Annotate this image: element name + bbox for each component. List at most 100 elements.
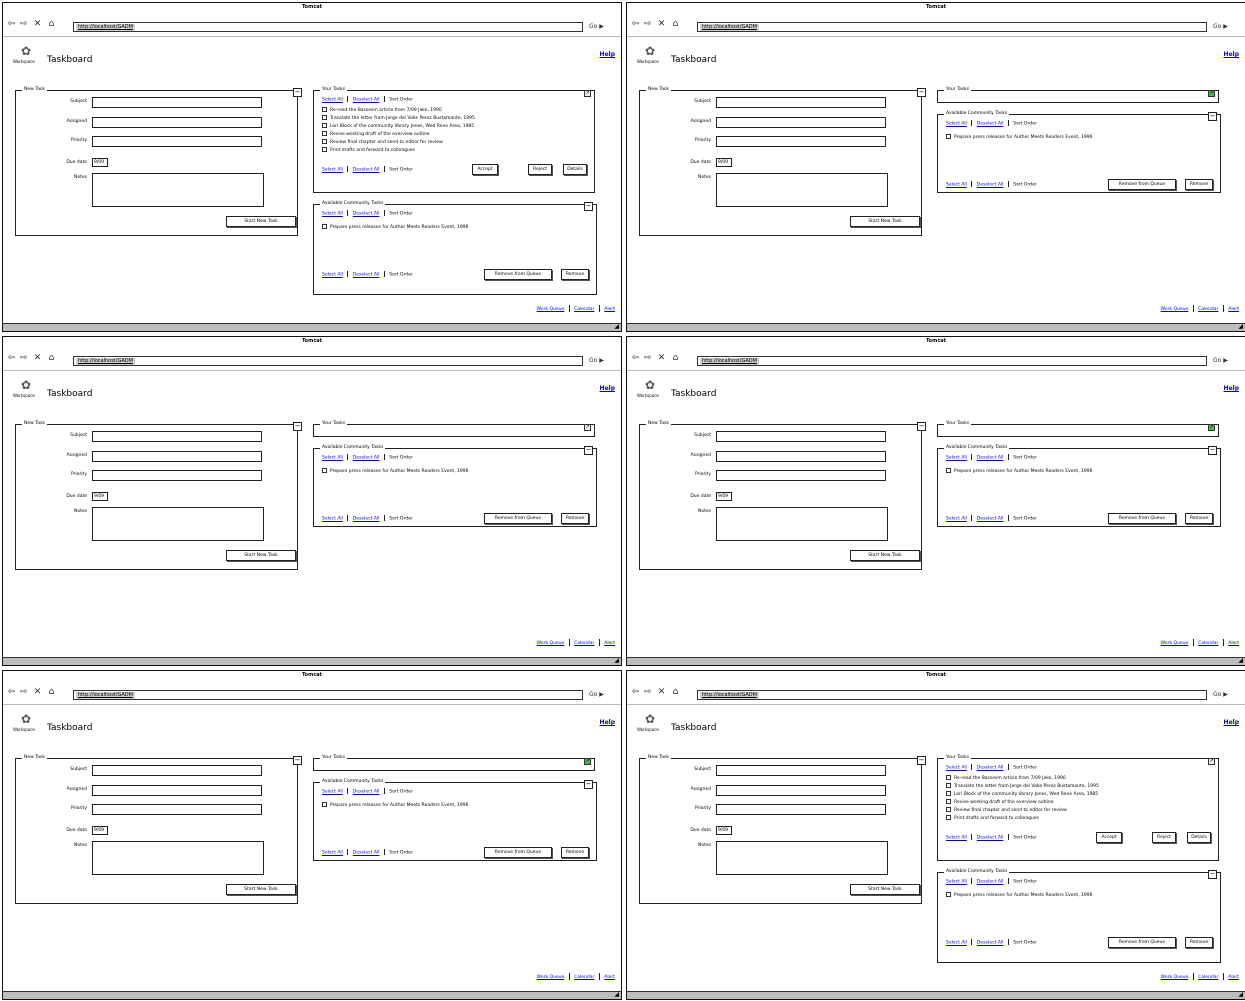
go-button[interactable]: Go ▶ [1213, 22, 1241, 32]
subject-input[interactable] [92, 431, 262, 442]
collapse-community-button[interactable]: − [584, 446, 593, 455]
drag-handle-icon[interactable]: ↗ [584, 90, 591, 97]
deselect-all-link[interactable]: Deselect All [977, 880, 1004, 885]
calendar-link[interactable]: Calendar [574, 307, 594, 312]
alert-link[interactable]: Alert [1228, 975, 1239, 980]
back-icon[interactable]: ⇦ [7, 688, 16, 697]
resize-grip-icon[interactable]: ◢ [1238, 991, 1243, 999]
subject-input[interactable] [716, 97, 886, 108]
drag-handle-icon[interactable]: ↗ [1208, 424, 1215, 431]
deselect-all-link[interactable]: Deselect All [977, 456, 1004, 461]
drag-handle-icon[interactable]: ↗ [584, 424, 591, 431]
alert-link[interactable]: Alert [1228, 307, 1239, 312]
remove-button[interactable]: Remove [561, 513, 589, 524]
remove-from-queue-button[interactable]: Remove from Queue [1108, 179, 1176, 190]
assigned-input[interactable] [716, 451, 886, 462]
task-checkbox[interactable] [946, 799, 951, 804]
home-icon[interactable]: ⌂ [671, 20, 680, 29]
address-bar[interactable]: http://localhost/GADM [697, 22, 1207, 32]
assigned-input[interactable] [92, 117, 262, 128]
resize-grip-icon[interactable]: ◢ [614, 323, 619, 331]
due-date-field[interactable]: 9/09 [716, 492, 732, 501]
priority-input[interactable] [716, 136, 886, 147]
task-row[interactable]: Revise working draft of the overview out… [322, 131, 430, 138]
collapse-community-button[interactable]: − [1208, 446, 1217, 455]
remove-from-queue-button[interactable]: Remove from Queue [1108, 937, 1176, 948]
help-link[interactable]: Help [1224, 385, 1239, 392]
task-checkbox[interactable] [946, 807, 951, 812]
collapse-community-button[interactable]: − [1208, 112, 1217, 121]
notes-input[interactable] [716, 173, 888, 207]
task-checkbox[interactable] [322, 147, 327, 152]
task-checkbox[interactable] [322, 802, 327, 807]
select-all-link[interactable]: Select All [946, 941, 967, 946]
start-new-task-button[interactable]: Start New Task [850, 216, 920, 227]
due-date-field[interactable]: 9/09 [92, 826, 108, 835]
deselect-all-link[interactable]: Deselect All [353, 456, 380, 461]
task-row[interactable]: Prepare press releases for Author Meets … [322, 802, 468, 809]
task-row[interactable]: Prepare press releases for Author Meets … [322, 224, 468, 231]
priority-input[interactable] [92, 136, 262, 147]
calendar-link[interactable]: Calendar [1198, 641, 1218, 646]
notes-input[interactable] [92, 173, 264, 207]
work-queue-link[interactable]: Work Queue [1161, 307, 1189, 312]
deselect-all-link[interactable]: Deselect All [353, 273, 380, 278]
select-all-link[interactable]: Select All [946, 183, 967, 188]
resize-grip-icon[interactable]: ◢ [614, 657, 619, 665]
address-bar[interactable]: http://localhost/GADM [697, 356, 1207, 366]
alert-link[interactable]: Alert [604, 975, 615, 980]
task-checkbox[interactable] [322, 224, 327, 229]
stop-icon[interactable]: ✕ [33, 354, 42, 363]
resize-grip-icon[interactable]: ◢ [614, 991, 619, 999]
task-row[interactable]: Prepare press releases for Author Meets … [946, 134, 1092, 141]
task-row[interactable]: Revise working draft of the overview out… [946, 799, 1054, 806]
drag-handle-icon[interactable]: ↗ [1208, 758, 1215, 765]
select-all-link[interactable]: Select All [946, 880, 967, 885]
work-queue-link[interactable]: Work Queue [537, 975, 565, 980]
notes-input[interactable] [716, 841, 888, 875]
help-link[interactable]: Help [1224, 51, 1239, 58]
collapse-new-task-button[interactable]: − [917, 756, 926, 765]
deselect-all-link[interactable]: Deselect All [977, 836, 1004, 841]
remove-from-queue-button[interactable]: Remove from Queue [1108, 513, 1176, 524]
task-checkbox[interactable] [322, 139, 327, 144]
task-row[interactable]: Review final chapter and send to editor … [322, 139, 443, 146]
deselect-all-link[interactable]: Deselect All [353, 212, 380, 217]
work-queue-link[interactable]: Work Queue [1161, 975, 1189, 980]
deselect-all-link[interactable]: Deselect All [353, 517, 380, 522]
go-button[interactable]: Go ▶ [589, 690, 617, 700]
notes-input[interactable] [92, 507, 264, 541]
forward-icon[interactable]: ⇨ [19, 354, 28, 363]
home-icon[interactable]: ⌂ [671, 688, 680, 697]
details-button[interactable]: Details [563, 164, 587, 175]
alert-link[interactable]: Alert [604, 641, 615, 646]
priority-input[interactable] [716, 804, 886, 815]
select-all-link[interactable]: Select All [322, 456, 343, 461]
help-link[interactable]: Help [1224, 719, 1239, 726]
forward-icon[interactable]: ⇨ [643, 688, 652, 697]
task-checkbox[interactable] [946, 791, 951, 796]
stop-icon[interactable]: ✕ [657, 354, 666, 363]
task-row[interactable]: Lori Block of the community library Jone… [322, 123, 474, 130]
task-row[interactable]: Translate the letter from Jorge del Vall… [322, 115, 475, 122]
task-checkbox[interactable] [322, 131, 327, 136]
stop-icon[interactable]: ✕ [33, 688, 42, 697]
go-button[interactable]: Go ▶ [1213, 356, 1241, 366]
home-icon[interactable]: ⌂ [47, 688, 56, 697]
stop-icon[interactable]: ✕ [33, 20, 42, 29]
assigned-input[interactable] [716, 785, 886, 796]
task-row[interactable]: Prepare press releases for Author Meets … [322, 468, 468, 475]
deselect-all-link[interactable]: Deselect All [977, 122, 1004, 127]
help-link[interactable]: Help [600, 385, 615, 392]
deselect-all-link[interactable]: Deselect All [353, 98, 380, 103]
deselect-all-link[interactable]: Deselect All [977, 183, 1004, 188]
select-all-link[interactable]: Select All [946, 836, 967, 841]
forward-icon[interactable]: ⇨ [643, 354, 652, 363]
help-link[interactable]: Help [600, 719, 615, 726]
select-all-link[interactable]: Select All [322, 273, 343, 278]
task-checkbox[interactable] [946, 468, 951, 473]
select-all-link[interactable]: Select All [946, 456, 967, 461]
home-icon[interactable]: ⌂ [47, 354, 56, 363]
remove-from-queue-button[interactable]: Remove from Queue [484, 513, 552, 524]
task-row[interactable]: Print drafts and forward to colleagues [322, 147, 415, 154]
